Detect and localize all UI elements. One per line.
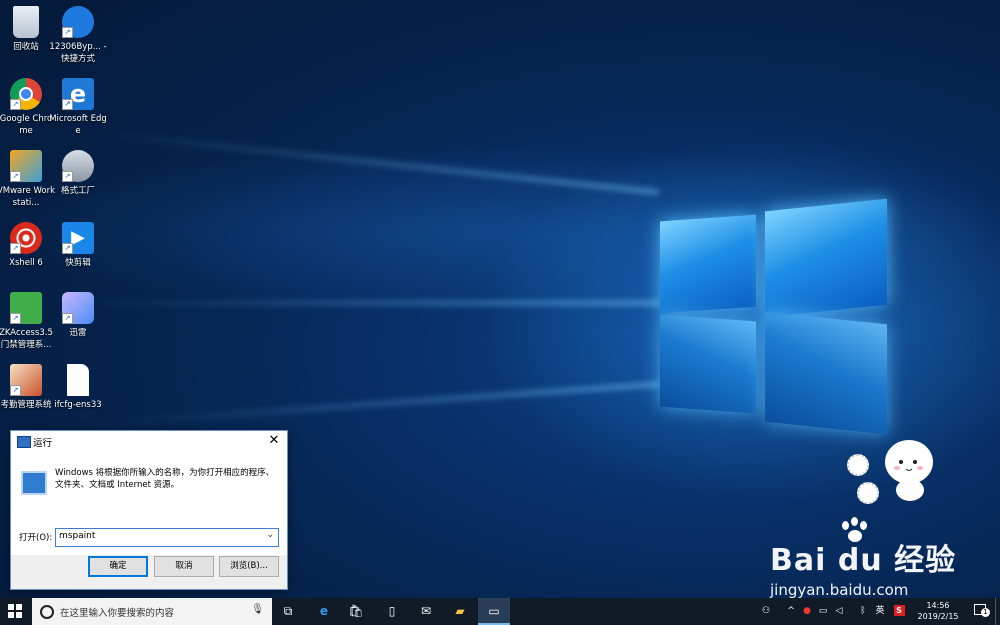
watermark-url: jingyan.baidu.com [770,581,909,598]
chrome-icon: ↗ [10,78,42,110]
ime-indicator[interactable]: 英 [872,598,888,625]
taskbar-store-icon[interactable]: 🛍 [340,598,372,625]
vmware-icon: ↗ [10,150,42,182]
run-icon [17,436,31,448]
bluetooth-icon[interactable]: ᛒ [856,598,870,625]
clock[interactable]: 14:56 2019/2/15 [912,600,964,622]
open-input[interactable]: mspaint [59,531,95,541]
kuaijianji-icon: ▶ ↗ [62,222,94,254]
recycle-bin-icon [13,6,39,38]
desktop-icon-label: ifcfg-ens33 [54,400,102,410]
search-box[interactable]: 在这里输入你要搜索的内容 🎙 [32,598,272,625]
xunlei-icon: ↗ [62,292,94,324]
run-dialog-titlebar[interactable]: 运行 ✕ [11,431,287,453]
desktop-icon-kuaijianji[interactable]: ▶ ↗ 快剪辑 [48,222,108,269]
taskbar-explorer-icon[interactable]: ▰ [444,598,476,625]
edge-icon: e ↗ [62,78,94,110]
notification-count: 1 [981,608,990,617]
desktop-icon-xunlei[interactable]: ↗ 迅雷 [48,292,108,339]
volume-icon[interactable]: ◁ [832,598,846,625]
xshell-icon: ↗ [10,222,42,254]
baidu-paw-icon [840,517,874,547]
desktop-icon-label: 迅雷 [69,328,87,338]
desktop-icon-12306bypass[interactable]: ↗ 12306Byp... - 快捷方式 [48,6,108,65]
clock-date: 2019/2/15 [917,612,959,621]
tray-app-icon[interactable]: ● [800,598,814,625]
12306bypass-icon: ↗ [62,6,94,38]
run-app-icon [21,471,47,495]
open-combobox[interactable]: mspaint ⌄ [55,528,279,547]
desktop-icon-ifcfg[interactable]: ifcfg-ens33 [48,364,108,411]
windows-logo-pane-tr [765,198,887,318]
run-dialog-body: Windows 将根据你所输入的名称，为你打开相应的程序、文件夹、文档或 Int… [11,453,287,555]
desktop-background: 回收站 ↗ 12306Byp... - 快捷方式 ↗ Google Chrome… [0,0,1000,598]
taskbar-edge-icon[interactable]: e [308,598,340,625]
run-dialog: 运行 ✕ Windows 将根据你所输入的名称，为你打开相应的程序、文件夹、文档… [10,430,288,590]
task-view-icon[interactable]: ⧉ [272,598,304,625]
open-label: 打开(O): [19,533,53,543]
ok-button[interactable]: 确定 [88,556,148,577]
microphone-icon[interactable]: 🎙 [251,604,264,615]
close-icon[interactable]: ✕ [261,431,287,453]
desktop-icon-format-factory[interactable]: ↗ 格式工厂 [48,150,108,197]
taskbar-mail-icon[interactable]: ✉ [410,598,442,625]
windows-logo-pane-bl [660,314,756,414]
taskbar-file-icon[interactable]: ▯ [376,598,408,625]
run-dialog-description: Windows 将根据你所输入的名称，为你打开相应的程序、文件夹、文档或 Int… [55,468,275,490]
flower-icon [847,454,869,476]
windows-logo-pane-br [765,311,887,435]
attendance-icon: ↗ [10,364,42,396]
run-dialog-title: 运行 [33,438,53,449]
taskbar-run-icon[interactable]: ▭ [478,598,510,625]
sogou-icon[interactable]: S [892,598,906,625]
people-icon[interactable]: ⚇ [758,598,774,625]
format-factory-icon: ↗ [62,150,94,182]
file-icon [67,364,89,396]
search-icon [40,605,54,619]
chevron-up-icon[interactable]: ^ [784,598,798,625]
show-desktop-button[interactable] [995,598,1000,625]
clock-time: 14:56 [926,601,950,610]
mascot-sticker-icon [885,440,933,501]
flower-icon [857,482,879,504]
notification-center-icon[interactable]: 1 [970,598,990,625]
zkaccess-icon: ↗ [10,292,42,324]
taskbar: 在这里输入你要搜索的内容 🎙 ⧉ e 🛍 ▯ ✉ ▰ ▭ ⚇ ^ ● ▭ ◁ ᛒ… [0,598,1000,625]
desktop-icon-label: 快剪辑 [65,258,91,268]
network-icon[interactable]: ▭ [816,598,830,625]
search-placeholder: 在这里输入你要搜索的内容 [60,608,175,619]
desktop-icon-edge[interactable]: e ↗ Microsoft Edge [48,78,108,137]
chevron-down-icon[interactable]: ⌄ [266,530,274,540]
windows-logo-pane-tl [660,214,756,314]
desktop-icon-label: 12306Byp... - 快捷方式 [49,42,107,64]
cancel-button[interactable]: 取消 [154,556,214,577]
baidu-jingyan-watermark: Bai du 经验 jingyan.baidu.com [770,517,956,598]
browse-button[interactable]: 浏览(B)... [219,556,279,577]
start-button[interactable] [8,604,22,618]
desktop-icon-label: Microsoft Edge [49,114,107,136]
desktop-icon-label: 格式工厂 [60,186,95,196]
